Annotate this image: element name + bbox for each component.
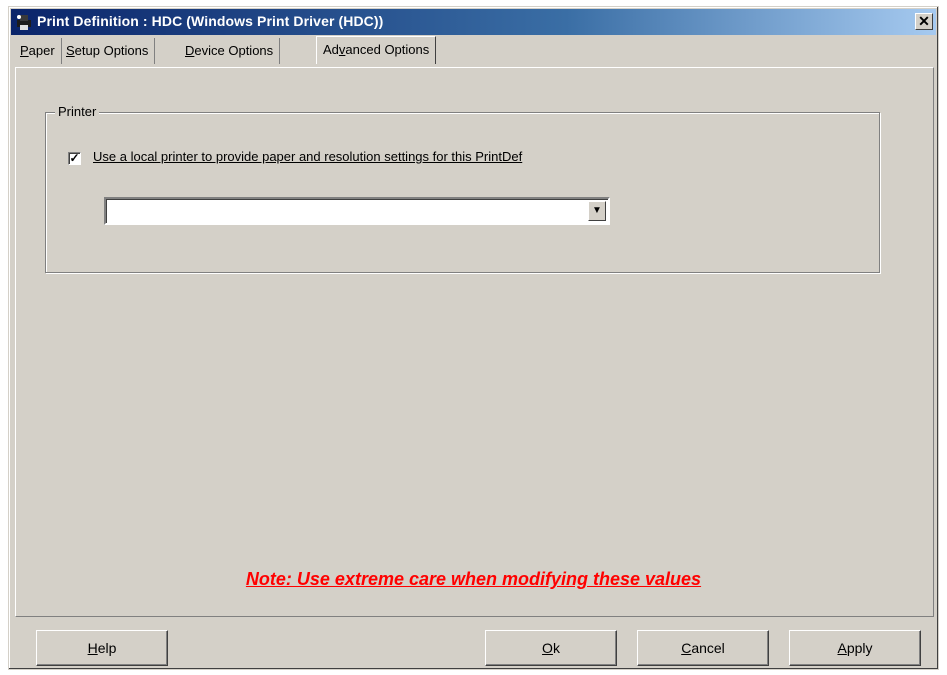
apply-button[interactable]: Apply <box>789 630 921 666</box>
help-label: elp <box>97 640 117 656</box>
tab-setup-mnemonic: S <box>66 43 75 58</box>
window-title: Print Definition : HDC (Windows Print Dr… <box>37 13 384 29</box>
ok-button[interactable]: Ok <box>485 630 617 666</box>
tab-device-label: evice Options <box>194 43 274 58</box>
apply-mnemonic: A <box>837 640 847 656</box>
ok-mnemonic: O <box>542 640 553 656</box>
use-local-printer-checkbox[interactable]: ✓ <box>68 152 81 165</box>
title-bar[interactable]: Print Definition : HDC (Windows Print Dr… <box>11 9 936 35</box>
warning-note: Note: Use extreme care when modifying th… <box>245 569 702 589</box>
tab-paper[interactable]: Paper <box>14 38 62 64</box>
tab-advanced-pre: Ad <box>323 42 339 57</box>
close-icon[interactable]: ✕ <box>915 13 933 30</box>
tab-device-mnemonic: D <box>185 43 195 58</box>
tab-setup-options[interactable]: Setup Options <box>60 38 156 64</box>
tab-setup-label: etup Options <box>74 43 149 58</box>
ok-label: k <box>552 640 560 656</box>
tab-paper-mnemonic: P <box>20 43 29 58</box>
printer-select[interactable]: ▼ <box>104 197 610 225</box>
use-local-printer-label[interactable]: Use a local printer to provide paper and… <box>93 149 522 164</box>
chevron-down-icon[interactable]: ▼ <box>588 201 606 221</box>
tab-advanced-label: anced Options <box>345 42 430 57</box>
cancel-label: ancel <box>691 640 725 656</box>
printer-icon <box>17 15 31 30</box>
tab-device-options[interactable]: Device Options <box>179 38 281 64</box>
printer-group-label: Printer <box>55 104 100 119</box>
tab-advanced-options[interactable]: Advanced Options <box>316 36 437 64</box>
cancel-mnemonic: C <box>681 640 692 656</box>
tab-paper-label: aper <box>28 43 55 58</box>
apply-label: pply <box>846 640 873 656</box>
cancel-button[interactable]: Cancel <box>637 630 769 666</box>
help-button[interactable]: Help <box>36 630 168 666</box>
printer-groupbox <box>45 112 880 273</box>
help-mnemonic: H <box>87 640 98 656</box>
